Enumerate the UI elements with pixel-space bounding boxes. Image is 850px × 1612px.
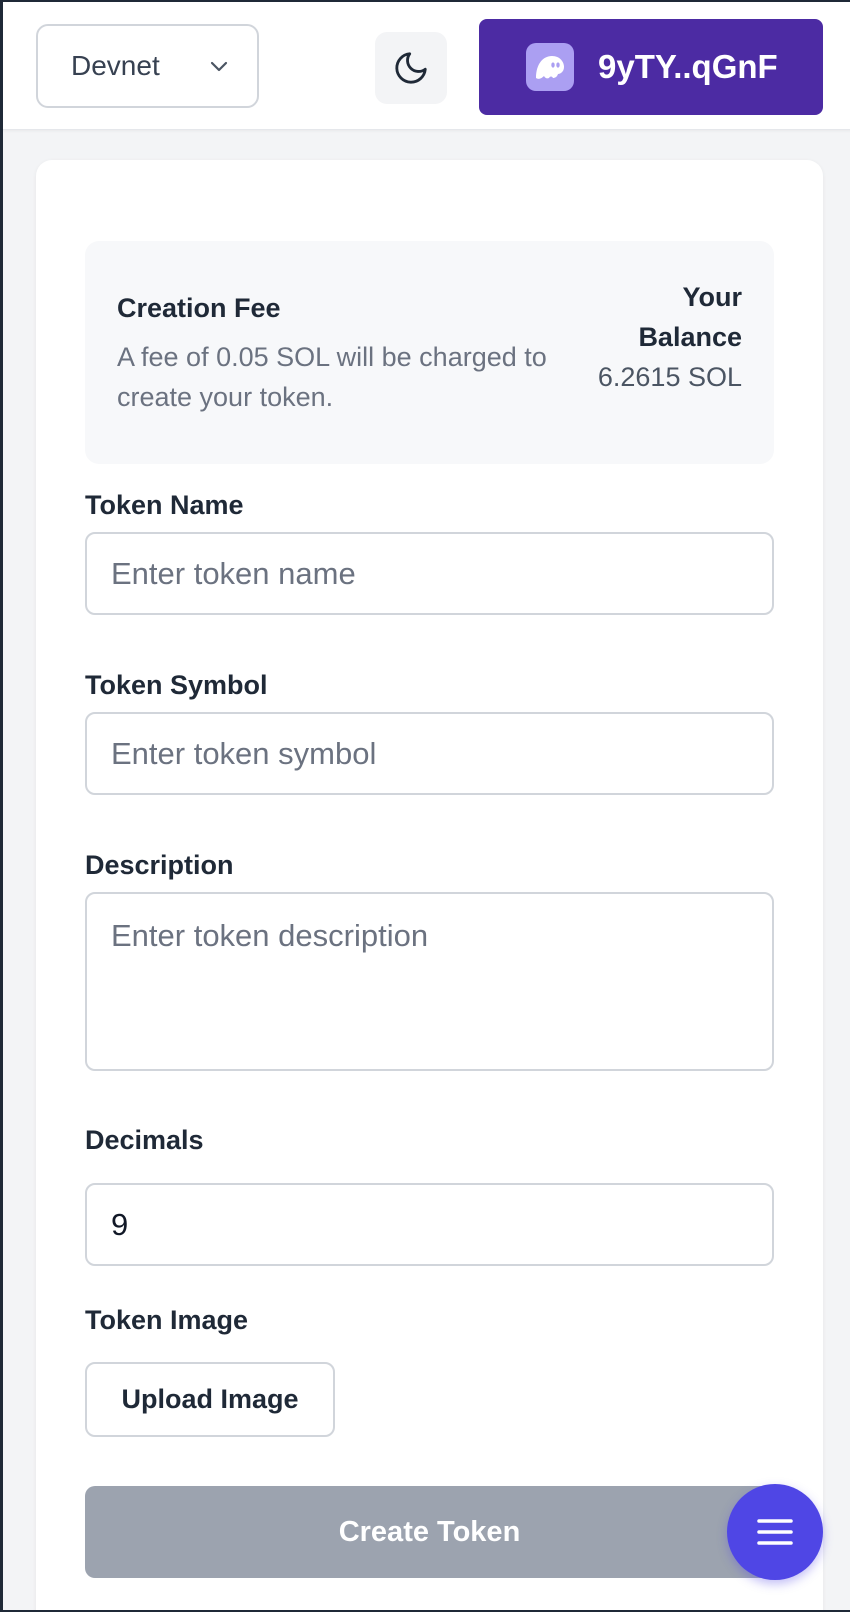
theme-toggle-button[interactable] [375, 32, 447, 104]
wallet-address: 9yTY..qGnF [598, 48, 778, 85]
fee-title: Creation Fee [117, 293, 281, 323]
upload-image-button[interactable]: Upload Image [85, 1362, 335, 1437]
token-symbol-label: Token Symbol [85, 670, 268, 700]
token-symbol-input[interactable] [85, 712, 774, 795]
phantom-icon [526, 43, 574, 91]
moon-icon [395, 52, 427, 84]
decimals-label: Decimals [85, 1125, 204, 1155]
description-textarea[interactable] [85, 892, 774, 1071]
chevron-down-icon [210, 61, 228, 72]
top-header: Devnet 9yTY..qGnF [3, 2, 850, 130]
decimals-input[interactable] [85, 1183, 774, 1266]
balance-label: Your Balance [638, 282, 742, 352]
create-token-card: Creation Fee A fee of 0.05 SOL will be c… [36, 160, 823, 1610]
menu-fab-button[interactable] [727, 1484, 823, 1580]
fee-description: A fee of 0.05 SOL will be charged to cre… [117, 342, 547, 412]
token-image-label: Token Image [85, 1305, 249, 1335]
menu-icon [757, 1519, 793, 1545]
token-name-label: Token Name [85, 490, 244, 520]
app-frame: Devnet 9yTY..qGnF Creation Fee A fee of … [0, 0, 850, 1612]
description-label: Description [85, 850, 234, 880]
network-select[interactable]: Devnet [36, 24, 259, 108]
network-select-value: Devnet [71, 50, 160, 81]
token-name-input[interactable] [85, 532, 774, 615]
wallet-button[interactable]: 9yTY..qGnF [479, 19, 823, 115]
fee-info-box: Creation Fee A fee of 0.05 SOL will be c… [85, 241, 774, 464]
create-token-button[interactable]: Create Token [85, 1486, 774, 1578]
balance-value: 6.2615 SOL [597, 362, 742, 392]
